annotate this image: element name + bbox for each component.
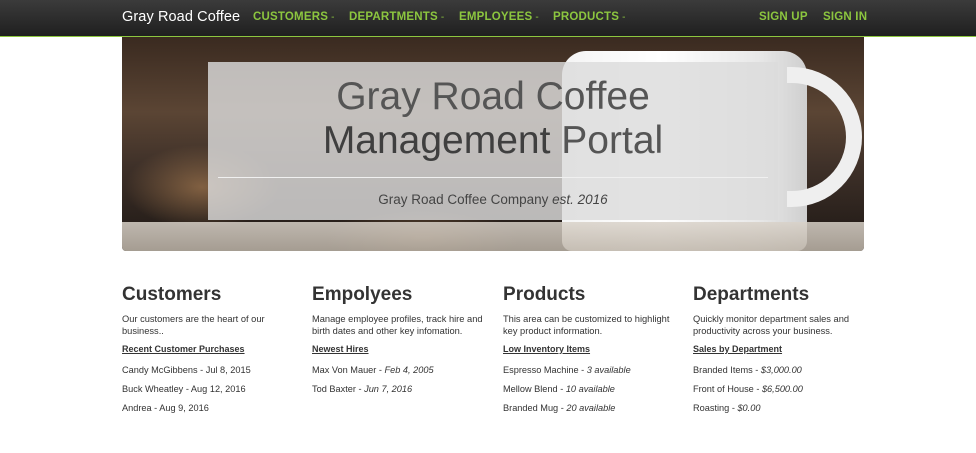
brand-link[interactable]: Gray Road Coffee (122, 9, 240, 25)
list-item-detail: $0.00 (737, 403, 761, 413)
departments-section: Departments Quickly monitor department s… (693, 284, 873, 418)
heading-rest: epartments (706, 284, 810, 305)
nav-departments-label: DEPARTMENTS (349, 11, 438, 23)
list-item-label: Front of House - (693, 384, 762, 394)
nav-employees-menu[interactable]: EMPLOYEES - (459, 11, 539, 23)
employees-heading: Empolyees (312, 284, 492, 306)
list-item-label: Branded Mug - (503, 403, 567, 413)
low-inventory-link[interactable]: Low Inventory Items (503, 344, 590, 354)
products-description: This area can be customized to highlight… (503, 314, 670, 336)
sign-up-link[interactable]: SIGN UP (759, 11, 808, 23)
nav-customers-menu[interactable]: CUSTOMERS - (253, 11, 335, 23)
newest-hires-link[interactable]: Newest Hires (312, 344, 369, 354)
heading-initial: P (503, 284, 516, 305)
dropdown-caret-icon: - (535, 12, 539, 23)
customers-section: Customers Our customers are the heart of… (122, 284, 302, 418)
list-item: Branded Items - $3,000.00 (693, 361, 873, 380)
employees-section: Empolyees Manage employee profiles, trac… (312, 284, 492, 399)
list-item: Andrea - Aug 9, 2016 (122, 399, 302, 418)
list-item: Tod Baxter - Jun 7, 2016 (312, 380, 492, 399)
heading-rest: mpolyees (324, 284, 413, 305)
hero-overlay-panel: Gray Road Coffee Management Portal Gray … (208, 62, 778, 220)
dropdown-caret-icon: - (440, 12, 445, 23)
hero-title-line1: Gray Road Coffee (336, 75, 650, 118)
sign-in-link[interactable]: SIGN IN (823, 11, 867, 23)
heading-rest: roducts (515, 284, 586, 305)
dropdown-caret-icon: - (622, 12, 626, 23)
customers-list: Candy McGibbens - Jul 8, 2015 Buck Wheat… (122, 361, 302, 418)
list-item-label: Roasting - (693, 403, 738, 413)
list-item-label: Max Von Mauer - (312, 365, 385, 375)
nav-products-label: PRODUCTS (553, 11, 620, 23)
departments-list: Branded Items - $3,000.00 Front of House… (693, 361, 873, 418)
list-item-label: Mellow Blend - (503, 384, 566, 394)
hero-subtitle-est: est. 2016 (552, 192, 608, 207)
heading-initial: E (312, 284, 325, 305)
list-item-label: Branded Items - (693, 365, 761, 375)
list-item-label: Espresso Machine - (503, 365, 587, 375)
list-item-label: Tod Baxter - (312, 384, 365, 394)
nav-customers-label: CUSTOMERS (253, 11, 329, 23)
top-navbar: Gray Road Coffee CUSTOMERS - DEPARTMENTS -… (0, 0, 976, 37)
hero-title-line2: Management Portal (208, 119, 778, 163)
list-item-detail: 3 available (586, 365, 631, 375)
list-item: Branded Mug - 20 available (503, 399, 683, 418)
hero-title-rest: Portal (550, 119, 664, 162)
list-item: Espresso Machine - 3 available (503, 361, 683, 380)
hero-title: Gray Road Coffee Management Portal (208, 75, 778, 163)
products-section: Products This area can be customized to … (503, 284, 683, 418)
heading-initial: C (122, 284, 136, 305)
employees-list: Max Von Mauer - Feb 4, 2005 Tod Baxter -… (312, 361, 492, 399)
list-item: Buck Wheatley - Aug 12, 2016 (122, 380, 302, 399)
list-item-detail: Jun 7, 2016 (364, 384, 413, 394)
list-item: Mellow Blend - 10 available (503, 380, 683, 399)
products-list: Espresso Machine - 3 available Mellow Bl… (503, 361, 683, 418)
list-item: Max Von Mauer - Feb 4, 2005 (312, 361, 492, 380)
list-item-detail: 20 available (566, 403, 616, 413)
list-item: Candy McGibbens - Jul 8, 2015 (122, 361, 302, 380)
list-item-label: Candy McGibbens - Jul 8, 2015 (122, 365, 251, 375)
hero-banner: Gray Road Coffee Management Portal Gray … (122, 37, 864, 251)
coffee-cup-handle (787, 67, 862, 207)
hero-title-bold-word: Management (322, 119, 551, 162)
customers-description: Our customers are the heart of our busin… (122, 314, 265, 336)
employees-description: Manage employee profiles, track hire and… (312, 314, 483, 336)
nav-departments-menu[interactable]: DEPARTMENTS - (349, 11, 444, 23)
list-item-label: Andrea - Aug 9, 2016 (122, 403, 209, 413)
hero-subtitle-company: Gray Road Coffee Company (378, 192, 553, 207)
list-item-detail: $6,500.00 (761, 384, 803, 394)
departments-heading: Departments (693, 284, 873, 306)
list-item-detail: $3,000.00 (760, 365, 802, 375)
hero-subtitle: Gray Road Coffee Company est. 2016 (208, 192, 778, 207)
hero-divider (218, 177, 768, 178)
list-item-label: Buck Wheatley - Aug 12, 2016 (122, 384, 246, 394)
list-item: Front of House - $6,500.00 (693, 380, 873, 399)
nav-employees-label: EMPLOYEES (459, 11, 533, 23)
list-item-detail: Feb 4, 2005 (384, 365, 434, 375)
departments-description: Quickly monitor department sales and pro… (693, 314, 850, 336)
dropdown-caret-icon: - (331, 12, 335, 23)
heading-initial: D (693, 284, 707, 305)
recent-purchases-link[interactable]: Recent Customer Purchases (122, 344, 245, 354)
products-heading: Products (503, 284, 683, 306)
heading-rest: ustomers (135, 284, 222, 305)
table-surface (122, 222, 864, 251)
list-item: Roasting - $0.00 (693, 399, 873, 418)
nav-products-menu[interactable]: PRODUCTS - (553, 11, 626, 23)
sales-by-department-link[interactable]: Sales by Department (693, 344, 782, 354)
list-item-detail: 10 available (565, 384, 615, 394)
customers-heading: Customers (122, 284, 302, 306)
